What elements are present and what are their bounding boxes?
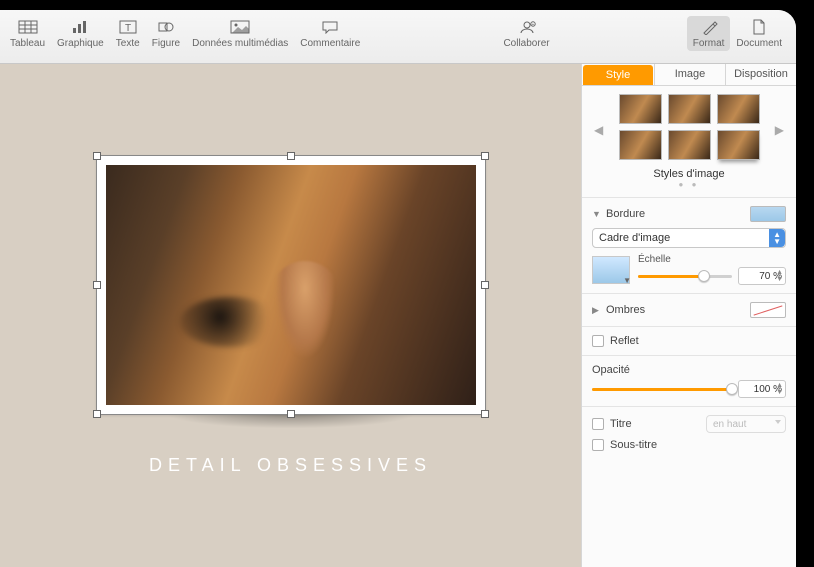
style-thumbnail[interactable]: [717, 94, 760, 124]
toolbar: Tableau Graphique T Texte Figure Données…: [0, 10, 796, 64]
opacity-label: Opacité: [592, 364, 786, 376]
format-inspector: Style Image Disposition ◀: [581, 64, 796, 567]
opacity-stepper[interactable]: 100 % ▲▼: [738, 380, 786, 398]
toolbar-label: Tableau: [10, 38, 45, 49]
toolbar-document[interactable]: Document: [730, 16, 788, 51]
style-thumbnail[interactable]: [619, 94, 662, 124]
svg-text:T: T: [125, 23, 131, 34]
resize-handle[interactable]: [481, 410, 489, 418]
comment-icon: [318, 18, 342, 36]
border-section: ▼ Bordure Cadre d'image ▲▼ ▼ Échelle: [582, 198, 796, 294]
document-canvas[interactable]: DETAIL OBSESSIVES: [0, 64, 581, 567]
text-icon: T: [116, 18, 140, 36]
chart-icon: [68, 18, 92, 36]
toolbar-format[interactable]: Format: [687, 16, 731, 51]
caption-text[interactable]: DETAIL OBSESSIVES: [149, 455, 432, 476]
collaborate-icon: +: [515, 18, 539, 36]
frame-picker[interactable]: ▼: [592, 256, 630, 284]
toolbar-media[interactable]: Données multimédias: [186, 16, 294, 51]
shadows-label: Ombres: [606, 304, 746, 316]
table-icon: [16, 18, 40, 36]
border-preview-swatch[interactable]: [750, 206, 786, 222]
frame-type-select[interactable]: Cadre d'image ▲▼: [592, 228, 786, 248]
opacity-section: Opacité 100 % ▲▼: [582, 356, 796, 407]
toolbar-label: Texte: [116, 38, 140, 49]
selected-image[interactable]: [96, 155, 486, 415]
toolbar-label: Graphique: [57, 38, 104, 49]
frame-type-value: Cadre d'image: [599, 232, 670, 244]
title-checkbox[interactable]: [592, 418, 604, 430]
toolbar-texte[interactable]: T Texte: [110, 16, 146, 51]
border-label: Bordure: [606, 208, 746, 220]
resize-handle[interactable]: [481, 152, 489, 160]
toolbar-label: Document: [736, 38, 782, 49]
title-position-select[interactable]: en haut: [706, 415, 786, 433]
toolbar-commentaire[interactable]: Commentaire: [294, 16, 366, 51]
disclosure-icon[interactable]: ▶: [592, 305, 602, 316]
styles-prev[interactable]: ◀: [592, 123, 605, 137]
styles-next[interactable]: ▶: [773, 123, 786, 137]
format-icon: [697, 18, 721, 36]
resize-handle[interactable]: [287, 410, 295, 418]
reflection-checkbox[interactable]: [592, 335, 604, 347]
reflection-label: Reflet: [610, 335, 786, 347]
scale-label: Échelle: [638, 254, 786, 265]
resize-handle[interactable]: [93, 281, 101, 289]
style-thumbnail[interactable]: [668, 94, 711, 124]
scale-slider[interactable]: [638, 269, 732, 283]
toolbar-label: Commentaire: [300, 38, 360, 49]
resize-handle[interactable]: [93, 152, 101, 160]
resize-handle[interactable]: [287, 152, 295, 160]
opacity-slider[interactable]: [592, 382, 732, 396]
subtitle-label: Sous-titre: [610, 439, 786, 451]
disclosure-icon[interactable]: ▼: [592, 209, 602, 219]
reflection-section: Reflet: [582, 327, 796, 356]
tab-style[interactable]: Style: [583, 65, 653, 85]
document-icon: [747, 18, 771, 36]
toolbar-figure[interactable]: Figure: [146, 16, 186, 51]
shape-icon: [154, 18, 178, 36]
title-section: Titre en haut Sous-titre: [582, 407, 796, 459]
shadow-preview-swatch[interactable]: [750, 302, 786, 318]
tab-image[interactable]: Image: [654, 64, 725, 85]
svg-text:+: +: [531, 22, 534, 28]
image-styles-label: Styles d'image: [592, 168, 786, 180]
title-label: Titre: [610, 418, 700, 430]
toolbar-label: Données multimédias: [192, 38, 288, 49]
image-styles-section: ◀ ▶ Styles d'image ● ●: [582, 86, 796, 198]
title-position-value: en haut: [713, 419, 746, 430]
toolbar-tableau[interactable]: Tableau: [4, 16, 51, 51]
tab-disposition[interactable]: Disposition: [725, 64, 796, 85]
toolbar-label: Format: [693, 38, 725, 49]
shadows-section: ▶ Ombres: [582, 294, 796, 327]
resize-handle[interactable]: [93, 410, 101, 418]
toolbar-graphique[interactable]: Graphique: [51, 16, 110, 51]
toolbar-collaborer[interactable]: + Collaborer: [497, 16, 555, 51]
style-thumbnail[interactable]: [717, 130, 760, 160]
style-thumbnail[interactable]: [668, 130, 711, 160]
media-icon: [228, 18, 252, 36]
resize-handle[interactable]: [481, 281, 489, 289]
selection-outline: [96, 155, 486, 415]
inspector-tabs: Style Image Disposition: [582, 64, 796, 86]
toolbar-label: Figure: [152, 38, 180, 49]
pager-dots[interactable]: ● ●: [592, 180, 786, 189]
toolbar-label: Collaborer: [503, 38, 549, 49]
subtitle-checkbox[interactable]: [592, 439, 604, 451]
style-thumbnail[interactable]: [619, 130, 662, 160]
scale-stepper[interactable]: 70 % ▲▼: [738, 267, 786, 285]
